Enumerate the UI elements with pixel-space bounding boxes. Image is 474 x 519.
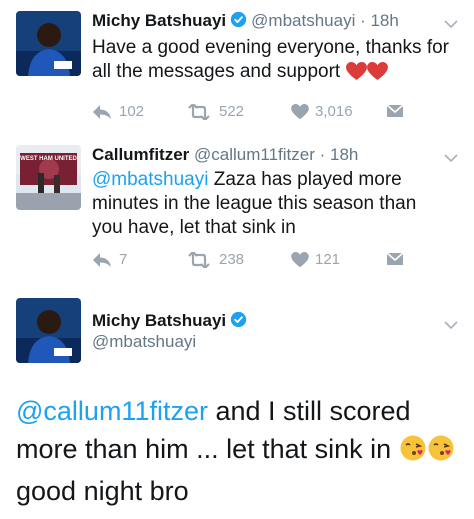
avatar[interactable]: [16, 11, 81, 76]
chevron-down-icon[interactable]: [444, 317, 458, 335]
avatar-badge-text: WEST HAM UNITED: [20, 156, 77, 162]
kiss-emoji-icon: [427, 434, 455, 472]
avatar[interactable]: WEST HAM UNITED: [16, 145, 81, 210]
like-button[interactable]: 3,016: [291, 103, 353, 120]
tweet-header: Michy Batshuayi: [92, 311, 251, 333]
user-handle[interactable]: @mbatshuayi: [92, 332, 196, 351]
like-icon: [291, 103, 309, 119]
retweet-icon: [188, 103, 210, 120]
chevron-down-icon[interactable]: [444, 16, 458, 34]
kiss-emoji-icon: [399, 434, 427, 472]
timestamp[interactable]: 18h: [370, 11, 398, 30]
reply-count: 7: [119, 251, 128, 268]
dm-button[interactable]: [386, 103, 404, 119]
tweet-header: Callumfitzer @callum11fitzer · 18h: [92, 145, 359, 164]
reply-icon: [93, 252, 111, 267]
tweet-text: Have a good evening everyone, thanks for…: [92, 36, 452, 88]
profile-photo: [16, 145, 81, 210]
display-name[interactable]: Michy Batshuayi: [92, 11, 226, 30]
like-count: 121: [315, 251, 341, 268]
dm-button[interactable]: [386, 251, 404, 267]
mention-link[interactable]: @callum11fitzer: [16, 396, 208, 426]
retweet-button[interactable]: 238: [185, 251, 244, 268]
tweet-actions: 102 522 3,016: [88, 103, 428, 125]
user-handle[interactable]: @callum11fitzer: [194, 145, 315, 164]
tweet-header: Michy Batshuayi @mbatshuayi · 18h: [92, 11, 399, 33]
display-name[interactable]: Callumfitzer: [92, 145, 189, 164]
tweet-text: @mbatshuayi Zaza has played more minutes…: [92, 169, 417, 238]
reply-text: @callum11fitzer and I still scored more …: [16, 392, 466, 510]
retweet-icon: [188, 251, 210, 268]
reply-count: 102: [119, 103, 145, 120]
chevron-down-icon[interactable]: [444, 150, 458, 168]
retweet-count: 522: [219, 103, 245, 120]
tweet-1: Michy Batshuayi @mbatshuayi · 18h Have a …: [0, 0, 474, 135]
verified-icon: [230, 311, 247, 333]
player-photo: [16, 298, 81, 363]
reply-button[interactable]: 7: [91, 251, 127, 268]
heart-emoji-icon: [345, 62, 367, 88]
dm-icon: [386, 252, 404, 265]
like-count: 3,016: [315, 103, 353, 120]
display-name[interactable]: Michy Batshuayi: [92, 311, 226, 330]
player-photo: [16, 11, 81, 76]
like-icon: [291, 251, 309, 267]
avatar[interactable]: [16, 298, 81, 363]
like-button[interactable]: 121: [291, 251, 340, 268]
user-handle[interactable]: @mbatshuayi: [251, 11, 355, 30]
retweet-button[interactable]: 522: [185, 103, 244, 120]
timestamp[interactable]: 18h: [330, 145, 358, 164]
tweet-actions: 7 238 121: [88, 251, 428, 273]
verified-icon: [230, 11, 247, 33]
retweet-count: 238: [219, 251, 245, 268]
dm-icon: [386, 104, 404, 117]
reply-icon: [93, 104, 111, 119]
tweet-2: WEST HAM UNITED Callumfitzer @callum11fi…: [0, 135, 474, 285]
handle-row: @mbatshuayi: [92, 332, 196, 352]
heart-emoji-icon: [366, 62, 388, 88]
mention-link[interactable]: @mbatshuayi: [92, 169, 208, 190]
reply-button[interactable]: 102: [91, 103, 144, 120]
